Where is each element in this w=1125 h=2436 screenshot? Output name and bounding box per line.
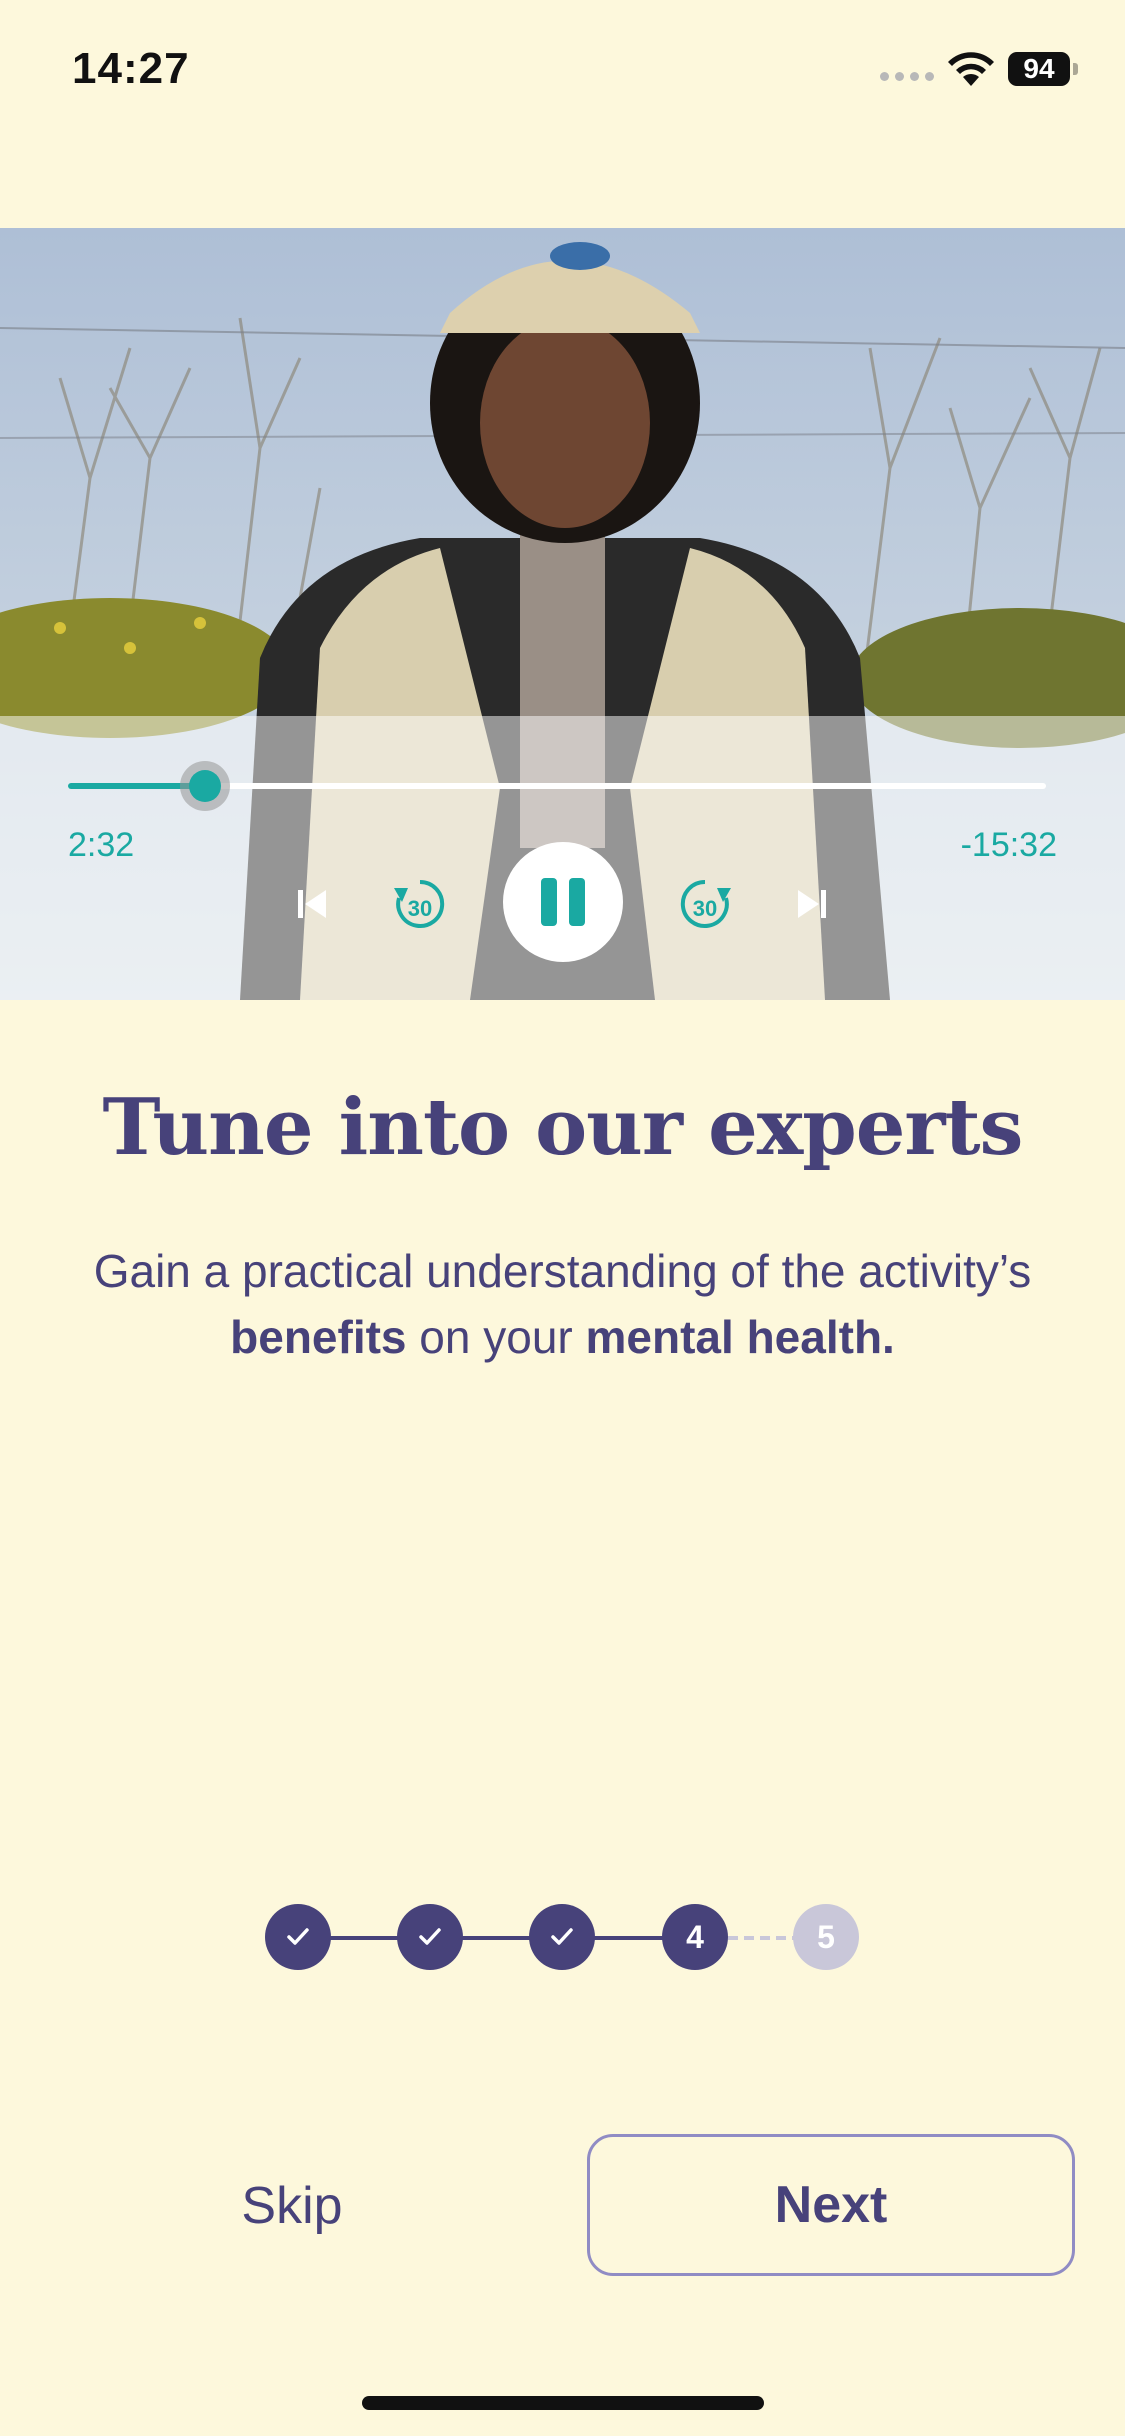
description-text-2: on your xyxy=(406,1311,586,1363)
rewind-30-button[interactable]: 30 xyxy=(388,872,452,936)
checkmark-icon xyxy=(287,1928,309,1945)
cellular-signal-icon xyxy=(880,72,934,81)
home-indicator[interactable] xyxy=(362,2396,764,2410)
elapsed-time: 2:32 xyxy=(68,826,135,864)
checkmark-icon xyxy=(551,1928,573,1945)
wifi-icon xyxy=(948,52,994,86)
next-track-button[interactable] xyxy=(790,882,834,926)
description-emphasis-mental-health: mental health. xyxy=(585,1311,895,1363)
step-2-complete xyxy=(397,1904,463,1970)
playback-progress-bar[interactable] xyxy=(68,761,1046,811)
forward-30-icon: 30 xyxy=(680,879,731,928)
pause-button[interactable] xyxy=(503,842,623,962)
page-description: Gain a practical understanding of the ac… xyxy=(60,1238,1065,1370)
page-title: Tune into our experts xyxy=(102,1082,1024,1173)
previous-track-button[interactable] xyxy=(290,882,334,926)
description-emphasis-benefits: benefits xyxy=(230,1311,407,1363)
skip-next-icon xyxy=(798,890,826,918)
status-time: 14:27 xyxy=(72,44,190,93)
onboarding-stepper: 4 5 xyxy=(0,1904,1125,1974)
scrubber-knob xyxy=(188,770,221,802)
svg-text:30: 30 xyxy=(408,896,432,921)
status-bar: 14:27 94 xyxy=(0,0,1125,140)
battery-indicator: 94 xyxy=(1008,52,1070,86)
forward-30-button[interactable]: 30 xyxy=(673,872,737,936)
pause-icon-bar xyxy=(569,878,585,926)
svg-text:30: 30 xyxy=(693,896,717,921)
description-text: Gain a practical understanding of the ac… xyxy=(93,1245,1032,1297)
remaining-time: -15:32 xyxy=(960,826,1057,864)
pause-icon xyxy=(541,878,557,926)
playback-scrubber-handle[interactable] xyxy=(179,761,230,811)
step-4-current: 4 xyxy=(662,1904,728,1970)
step-1-complete xyxy=(265,1904,331,1970)
battery-cap xyxy=(1073,63,1078,75)
step-3-complete xyxy=(529,1904,595,1970)
next-button[interactable]: Next xyxy=(587,2134,1075,2276)
skip-previous-icon xyxy=(298,890,326,918)
skip-button[interactable]: Skip xyxy=(186,2136,398,2276)
rewind-30-icon: 30 xyxy=(394,879,445,928)
checkmark-icon xyxy=(419,1928,441,1945)
step-5-upcoming: 5 xyxy=(793,1904,859,1970)
